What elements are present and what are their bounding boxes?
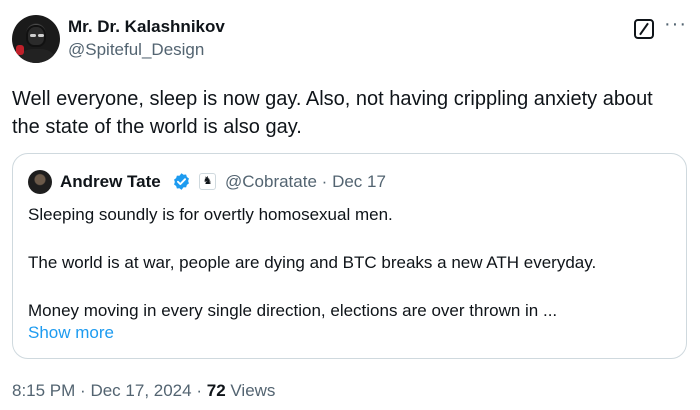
avatar-accent — [16, 45, 24, 55]
avatar-figure — [20, 49, 54, 63]
more-icon[interactable]: ··· — [664, 14, 687, 34]
avatar-eye-right — [38, 34, 44, 37]
author-name[interactable]: Mr. Dr. Kalashnikov — [68, 17, 225, 37]
tweet-time[interactable]: 8:15 PM — [12, 381, 75, 400]
quote-date[interactable]: Dec 17 — [332, 172, 386, 191]
avatar-eye-left — [30, 34, 36, 37]
quote-author-avatar[interactable] — [28, 170, 52, 194]
author-handle[interactable]: @Spiteful_Design — [68, 40, 204, 60]
quote-author-handle[interactable]: @Cobratate — [225, 172, 317, 191]
quote-line: Sleeping soundly is for overtly homosexu… — [28, 205, 393, 224]
quote-body: Sleeping soundly is for overtly homosexu… — [28, 203, 673, 323]
quote-line: The world is at war, people are dying an… — [28, 253, 597, 272]
quote-line: Money moving in every single direction, … — [28, 301, 558, 320]
quote-meta: @Cobratate · Dec 17 — [225, 172, 386, 192]
verified-badge-icon — [174, 173, 189, 190]
grok-icon[interactable] — [634, 19, 654, 39]
quote-author-name[interactable]: Andrew Tate — [60, 172, 161, 192]
author-avatar[interactable] — [12, 15, 60, 63]
views-label: Views — [230, 381, 276, 400]
tweet-footer: 8:15 PM · Dec 17, 2024 · 72 Views — [12, 381, 275, 401]
show-more-link[interactable]: Show more — [28, 321, 114, 345]
views-count[interactable]: 72 — [207, 381, 226, 400]
tweet-date[interactable]: Dec 17, 2024 — [90, 381, 191, 400]
footer-separator: · — [80, 381, 86, 400]
footer-separator: · — [196, 381, 202, 400]
tweet-text: Well everyone, sleep is now gay. Also, n… — [12, 88, 653, 138]
meta-separator: · — [321, 172, 328, 191]
affiliate-badge-icon[interactable]: ♞ — [199, 173, 216, 190]
quoted-tweet[interactable]: Andrew Tate ♞ @Cobratate · Dec 17 Sleepi… — [12, 153, 687, 359]
